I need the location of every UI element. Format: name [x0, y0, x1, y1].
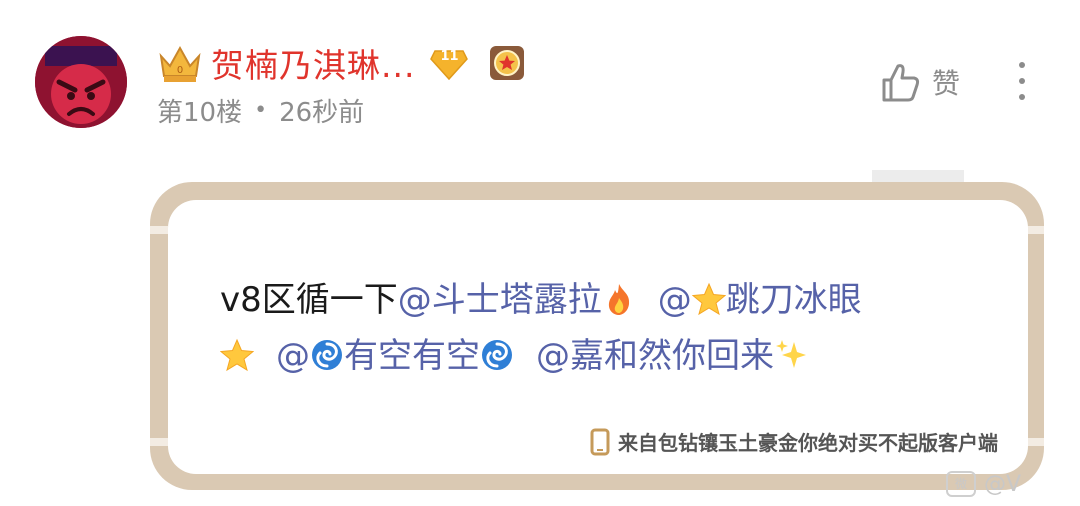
cyclone-emoji [482, 340, 512, 370]
weibo-logo-icon: 微 [946, 471, 976, 497]
username[interactable]: 贺楠乃淇琳... [211, 39, 415, 87]
post-meta: 第10楼 • 26秒前 [157, 92, 364, 129]
medal-icon [490, 46, 525, 80]
mention-3-at[interactable]: @ [276, 336, 310, 376]
mention-2[interactable]: 跳刀冰眼 [726, 280, 862, 320]
thumbs-up-icon [882, 64, 920, 102]
mention-2-at[interactable]: @ [658, 280, 692, 320]
comment-text: v8区循一下 [220, 280, 398, 320]
like-label: 赞 [932, 67, 961, 100]
like-button[interactable]: 赞 [878, 60, 960, 104]
mention-1[interactable]: @斗士塔露拉 [398, 280, 602, 320]
client-source: 来自包钻镶玉土豪金你绝对买不起版客户端 [590, 427, 998, 456]
star-emoji [220, 338, 254, 372]
watermark-text: @V [984, 471, 1022, 497]
client-source-text: 来自包钻镶玉土豪金你绝对买不起版客户端 [618, 431, 998, 455]
avatar[interactable] [35, 36, 127, 128]
comment-content: v8区循一下@斗士塔露拉 @ 跳刀冰眼 @ 有空有空 @嘉和然你回来 [220, 272, 980, 384]
watermark: 微 @V [946, 462, 1080, 506]
level-diamond-icon: 11 [429, 43, 469, 83]
crown-icon: 0 [159, 45, 201, 82]
user-name-row: 0 贺楠乃淇琳... 11 [157, 38, 527, 88]
floor-number: 第10楼 [157, 98, 243, 128]
fire-emoji [608, 284, 629, 315]
meta-separator: • [254, 98, 268, 123]
post-time: 26秒前 [279, 98, 365, 128]
sparkles-emoji [776, 340, 806, 368]
comment-card: v8区循一下@斗士塔露拉 @ 跳刀冰眼 @ 有空有空 @嘉和然你回来 来自包钻镶玉土豪金你… [168, 200, 1028, 474]
svg-text:0: 0 [177, 65, 183, 76]
mention-3[interactable]: 有空有空 [344, 336, 480, 376]
more-vertical-icon[interactable] [1010, 62, 1034, 106]
star-emoji [691, 282, 726, 316]
cyclone-emoji [312, 340, 342, 370]
level-number: 11 [440, 49, 459, 64]
phone-icon [590, 428, 610, 455]
mention-4[interactable]: @嘉和然你回来 [536, 336, 774, 376]
